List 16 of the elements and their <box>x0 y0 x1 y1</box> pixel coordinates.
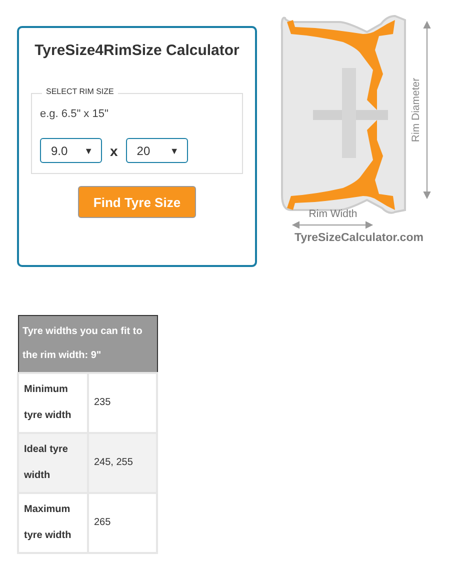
times-sign: x <box>110 142 118 158</box>
site-name: TyreSizeCalculator.com <box>294 232 424 244</box>
rim-diameter-select[interactable]: 20 ▼ <box>126 138 188 163</box>
example-text: e.g. 6.5" x 15" <box>40 108 108 120</box>
table-cell: Ideal tyre width <box>18 433 88 493</box>
table-cell: 245, 255 <box>88 433 157 493</box>
table-cell: Maximum tyre width <box>18 493 88 553</box>
fieldset-legend: SELECT RIM SIZE <box>42 87 118 96</box>
table-header: Tyre widths you can fit to the rim width: 9" <box>18 316 157 373</box>
table-cell: 265 <box>88 493 157 553</box>
table-cell: Minimum tyre width <box>18 373 88 433</box>
calculator-title: TyreSize4RimSize Calculator <box>34 42 240 59</box>
rim-width-label: Rim Width <box>308 208 358 220</box>
table-cell: 235 <box>88 373 157 433</box>
rim-diameter-label: Rim Diameter <box>410 78 422 142</box>
rim-width-select[interactable]: 9.0 ▼ <box>40 138 102 163</box>
